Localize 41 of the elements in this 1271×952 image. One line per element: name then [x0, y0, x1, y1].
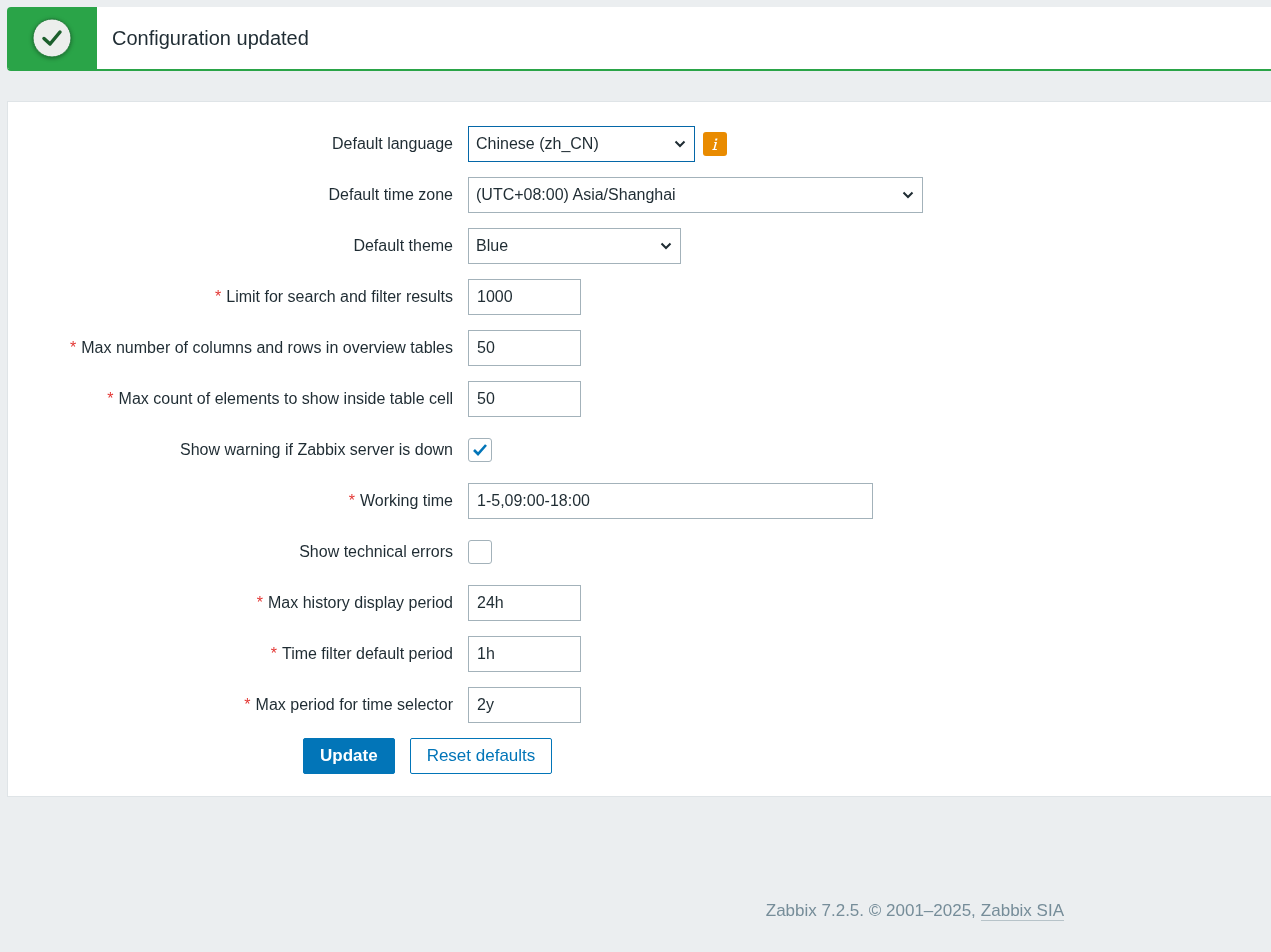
message-text: Configuration updated: [112, 26, 309, 50]
field-label: Default theme: [353, 237, 453, 254]
required-mark: *: [270, 645, 277, 662]
chevron-down-icon: [902, 191, 914, 199]
required-mark: *: [348, 492, 355, 509]
text-input[interactable]: 1000: [468, 279, 581, 315]
required-mark: *: [107, 390, 114, 407]
required-mark: *: [244, 696, 251, 713]
required-mark: *: [256, 594, 264, 611]
text-input[interactable]: 1h: [468, 636, 581, 672]
field-label: Max history display period: [268, 594, 453, 611]
text-input[interactable]: 50: [468, 330, 581, 366]
checkbox[interactable]: [468, 438, 492, 462]
text-input[interactable]: 50: [468, 381, 581, 417]
dropdown[interactable]: (UTC+08:00) Asia/Shanghai: [468, 177, 923, 213]
check-circle-icon: [32, 18, 72, 58]
field-label: Show technical errors: [299, 543, 453, 560]
text-input[interactable]: 1-5,09:00-18:00: [468, 483, 873, 519]
chevron-down-icon: [674, 140, 686, 148]
update-button[interactable]: Update: [303, 738, 395, 774]
field-label: Max count of elements to show inside table cell: [118, 390, 453, 407]
field-label: Default time zone: [328, 186, 453, 203]
field-label: Default language: [332, 135, 453, 152]
required-mark: *: [70, 339, 77, 356]
checkbox[interactable]: [468, 540, 492, 564]
checkmark-icon: [472, 443, 488, 457]
field-label: Working time: [359, 492, 453, 509]
chevron-down-icon: [660, 242, 672, 250]
copyright-text: Zabbix 7.2.5. © 2001–2025,: [765, 901, 976, 920]
field-label: Time filter default period: [281, 645, 453, 662]
reset-defaults-button[interactable]: Reset defaults: [409, 738, 553, 774]
field-label: Max number of columns and rows in overview tables: [81, 339, 453, 356]
dropdown[interactable]: Chinese (zh_CN): [468, 126, 695, 162]
required-mark: *: [215, 288, 222, 305]
field-label: Show warning if Zabbix server is down: [180, 441, 453, 458]
field-label: Limit for search and filter results: [226, 288, 453, 305]
dropdown[interactable]: Blue: [468, 228, 681, 264]
text-input[interactable]: 24h: [468, 585, 581, 621]
info-icon[interactable]: [703, 132, 727, 156]
field-label: Max period for time selector: [255, 696, 453, 713]
text-input[interactable]: 2y: [468, 687, 581, 723]
